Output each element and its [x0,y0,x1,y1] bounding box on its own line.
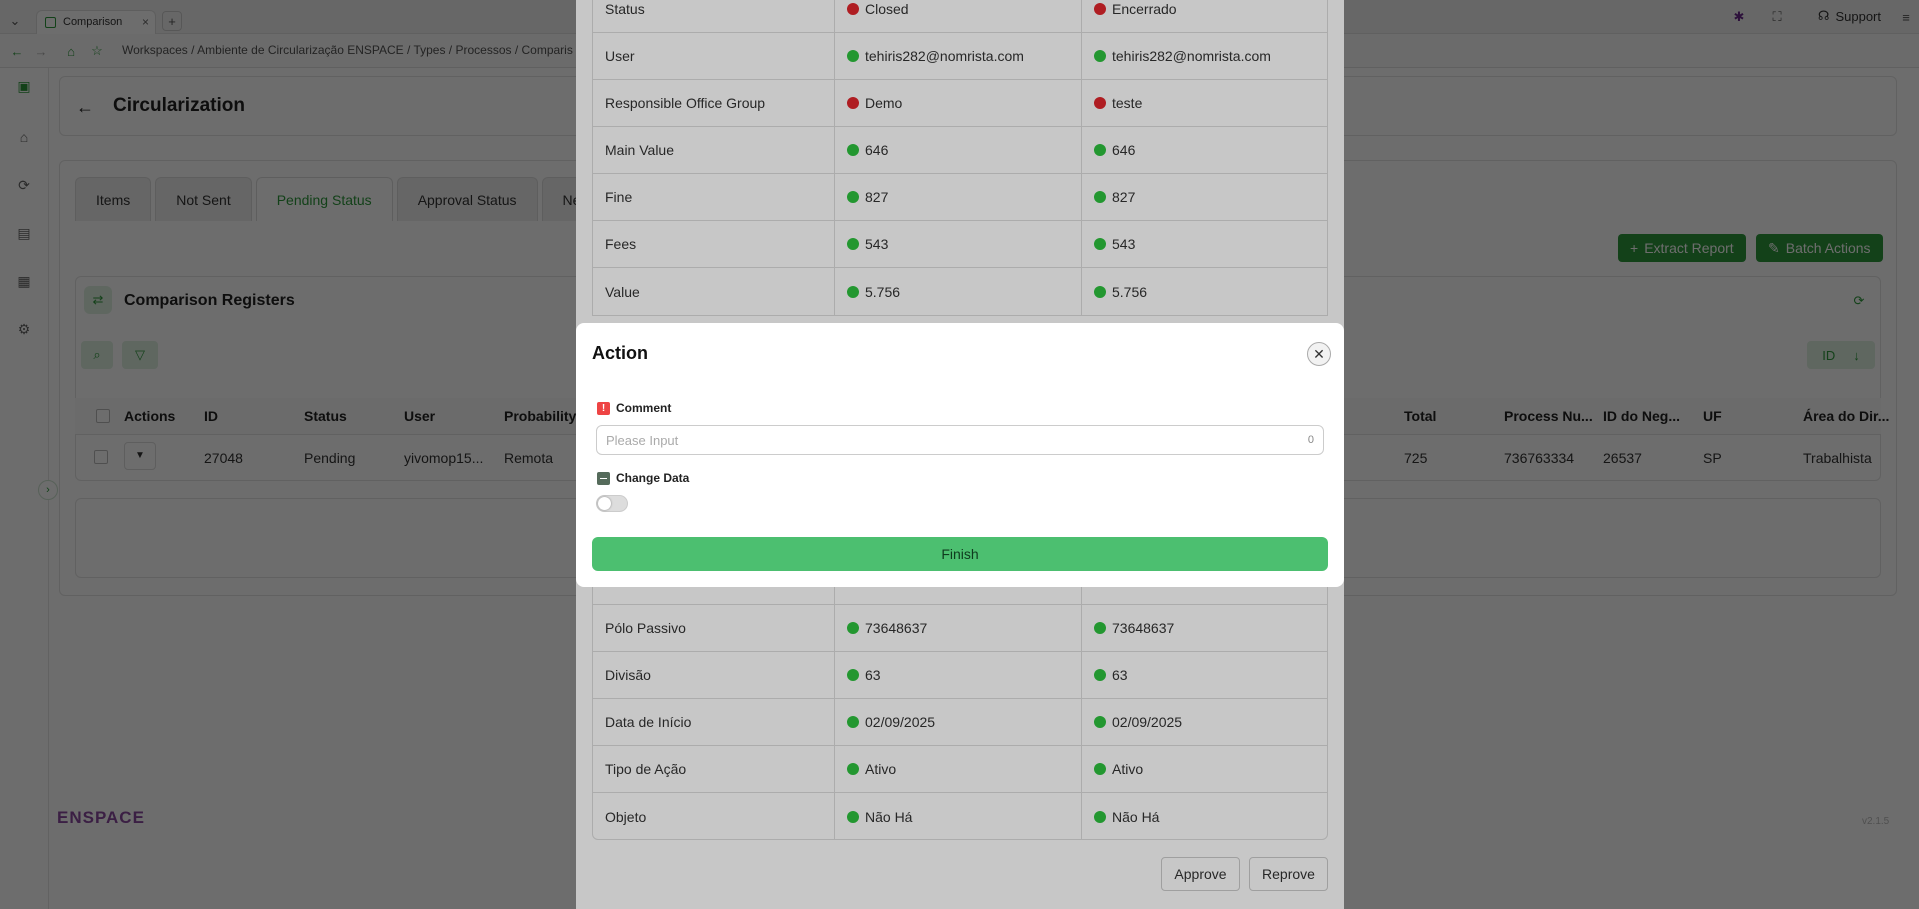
required-icon: ! [597,401,610,415]
comment-input[interactable]: Please Input 0 [596,425,1324,455]
collapse-icon [597,471,610,485]
character-counter: 0 [1307,434,1314,446]
change-data-toggle[interactable] [596,495,628,512]
change-data-label: Change Data [616,471,690,485]
finish-button[interactable]: Finish [592,537,1328,571]
dialog-title: Action [592,343,648,363]
change-data-label-row: Change Data [597,471,689,485]
close-icon[interactable]: ✕ [1307,342,1331,366]
comment-label-row: ! Comment [597,401,671,415]
comment-label: Comment [616,401,672,415]
comment-placeholder: Please Input [606,432,679,448]
